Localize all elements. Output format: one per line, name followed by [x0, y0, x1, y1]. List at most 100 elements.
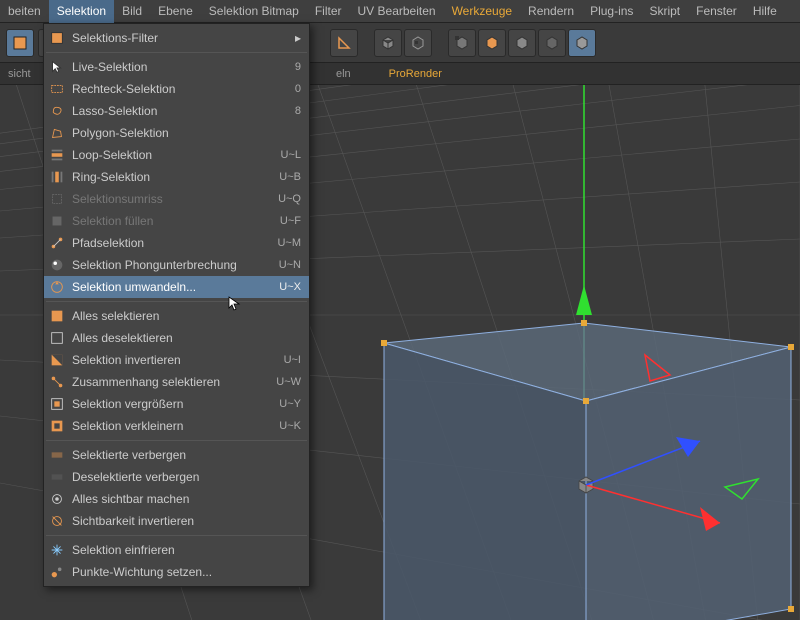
menu-item-label: Selektion vergrößern — [72, 397, 279, 411]
menu-item-label: Alles deselektieren — [72, 331, 301, 345]
menu-uv-bearbeiten[interactable]: UV Bearbeiten — [350, 0, 444, 23]
menu-item-selektion-phongunterbrechung[interactable]: Selektion PhongunterbrechungU~N — [44, 254, 309, 276]
menu-item-zusammenhang-selektieren[interactable]: Zusammenhang selektierenU~W — [44, 371, 309, 393]
menu-item-shortcut: U~W — [276, 376, 301, 388]
menu-item-alles-selektieren[interactable]: Alles selektieren — [44, 305, 309, 327]
menu-item-alles-sichtbar-machen[interactable]: Alles sichtbar machen — [44, 488, 309, 510]
menu-item-deselektierte-verbergen[interactable]: Deselektierte verbergen — [44, 466, 309, 488]
menu-item-polygon-selektion[interactable]: Polygon-Selektion — [44, 122, 309, 144]
menu-item-selektion-verkleinern[interactable]: Selektion verkleinernU~K — [44, 415, 309, 437]
menu-item-shortcut: 9 — [295, 61, 301, 73]
tab-eln[interactable]: eln — [332, 68, 355, 80]
menu-item-selektion-umwandeln-[interactable]: Selektion umwandeln...U~X — [44, 276, 309, 298]
tool-cube-3[interactable] — [448, 29, 476, 57]
menu-item-label: Rechteck-Selektion — [72, 82, 295, 96]
menu-item-label: Selektionsumriss — [72, 192, 278, 206]
tab-sicht[interactable]: sicht — [4, 68, 35, 80]
grow-icon — [48, 395, 66, 413]
cube-object[interactable] — [381, 320, 794, 620]
menu-item-shortcut: U~I — [284, 354, 301, 366]
menu-item-selektion-invertieren[interactable]: Selektion invertierenU~I — [44, 349, 309, 371]
menu-item-selektions-filter[interactable]: Selektions-Filter▸ — [44, 27, 309, 49]
hide-desel-icon — [48, 468, 66, 486]
menu-item-label: Ring-Selektion — [72, 170, 279, 184]
tab-prorender[interactable]: ProRender — [385, 68, 446, 80]
menu-item-shortcut: U~Q — [278, 193, 301, 205]
menu-item-label: Selektion Phongunterbrechung — [72, 258, 279, 272]
menu-skript[interactable]: Skript — [641, 0, 688, 23]
menu-item-shortcut: U~Y — [279, 398, 301, 410]
connected-icon — [48, 373, 66, 391]
menu-ebene[interactable]: Ebene — [150, 0, 201, 23]
menubar: beitenSelektionBildEbeneSelektion Bitmap… — [0, 0, 800, 23]
tool-cube-1[interactable] — [374, 29, 402, 57]
menu-item-pfadselektion[interactable]: PfadselektionU~M — [44, 232, 309, 254]
menu-item-shortcut: U~B — [279, 171, 301, 183]
deselect-all-icon — [48, 329, 66, 347]
poly-select-icon — [48, 124, 66, 142]
loop-icon — [48, 146, 66, 164]
cursor-white-icon — [48, 58, 66, 76]
menu-item-ring-selektion[interactable]: Ring-SelektionU~B — [44, 166, 309, 188]
submenu-arrow-icon: ▸ — [295, 31, 301, 45]
menu-item-label: Selektion verkleinern — [72, 419, 279, 433]
invert-icon — [48, 351, 66, 369]
menu-hilfe[interactable]: Hilfe — [745, 0, 785, 23]
menu-item-label: Deselektierte verbergen — [72, 470, 301, 484]
menu-item-label: Polygon-Selektion — [72, 126, 301, 140]
menu-item-sichtbarkeit-invertieren[interactable]: Sichtbarkeit invertieren — [44, 510, 309, 532]
menu-fenster[interactable]: Fenster — [688, 0, 745, 23]
menu-item-live-selektion[interactable]: Live-Selektion9 — [44, 56, 309, 78]
freeze-icon — [48, 541, 66, 559]
tool-angle[interactable] — [330, 29, 358, 57]
menu-item-selektionsumriss: SelektionsumrissU~Q — [44, 188, 309, 210]
outline-icon — [48, 190, 66, 208]
menu-item-label: Zusammenhang selektieren — [72, 375, 276, 389]
menu-item-label: Loop-Selektion — [72, 148, 281, 162]
menu-plug-ins[interactable]: Plug-ins — [582, 0, 641, 23]
tool-cube-2[interactable] — [404, 29, 432, 57]
menu-item-label: Alles selektieren — [72, 309, 301, 323]
menu-bild[interactable]: Bild — [114, 0, 150, 23]
menu-item-alles-deselektieren[interactable]: Alles deselektieren — [44, 327, 309, 349]
menu-item-shortcut: 8 — [295, 105, 301, 117]
menu-selektion-bitmap[interactable]: Selektion Bitmap — [201, 0, 307, 23]
menu-item-label: Alles sichtbar machen — [72, 492, 301, 506]
menu-rendern[interactable]: Rendern — [520, 0, 582, 23]
tool-cube-4[interactable] — [478, 29, 506, 57]
menu-item-label: Live-Selektion — [72, 60, 295, 74]
select-all-icon — [48, 307, 66, 325]
path-icon — [48, 234, 66, 252]
menu-item-shortcut: U~K — [279, 420, 301, 432]
phong-icon — [48, 256, 66, 274]
weight-icon — [48, 563, 66, 581]
menu-beiten[interactable]: beiten — [0, 0, 49, 23]
menu-item-selektion-einfrieren[interactable]: Selektion einfrieren — [44, 539, 309, 561]
menu-item-label: Selektion füllen — [72, 214, 280, 228]
menu-item-label: Selektion einfrieren — [72, 543, 301, 557]
axis-y-arrow[interactable] — [576, 285, 592, 315]
tool-btn-1[interactable] — [6, 29, 34, 57]
menu-item-label: Lasso-Selektion — [72, 104, 295, 118]
menu-item-punkte-wichtung-setzen-[interactable]: Punkte-Wichtung setzen... — [44, 561, 309, 583]
menu-item-rechteck-selektion[interactable]: Rechteck-Selektion0 — [44, 78, 309, 100]
menu-item-label: Selektions-Filter — [72, 31, 301, 45]
menu-item-shortcut: 0 — [295, 83, 301, 95]
menu-selektion[interactable]: Selektion — [49, 0, 114, 23]
menu-item-shortcut: U~X — [279, 281, 301, 293]
menu-filter[interactable]: Filter — [307, 0, 350, 23]
menu-werkzeuge[interactable]: Werkzeuge — [444, 0, 520, 23]
tool-cube-6[interactable] — [538, 29, 566, 57]
shrink-icon — [48, 417, 66, 435]
menu-item-selektierte-verbergen[interactable]: Selektierte verbergen — [44, 444, 309, 466]
selektion-dropdown: Selektions-Filter▸Live-Selektion9Rechtec… — [43, 23, 310, 587]
menu-item-loop-selektion[interactable]: Loop-SelektionU~L — [44, 144, 309, 166]
show-all-icon — [48, 490, 66, 508]
tool-cube-7[interactable] — [568, 29, 596, 57]
mouse-cursor-icon — [228, 296, 244, 312]
menu-item-selektion-vergr-ern[interactable]: Selektion vergrößernU~Y — [44, 393, 309, 415]
menu-item-shortcut: U~N — [279, 259, 301, 271]
menu-item-label: Sichtbarkeit invertieren — [72, 514, 301, 528]
menu-item-lasso-selektion[interactable]: Lasso-Selektion8 — [44, 100, 309, 122]
tool-cube-5[interactable] — [508, 29, 536, 57]
